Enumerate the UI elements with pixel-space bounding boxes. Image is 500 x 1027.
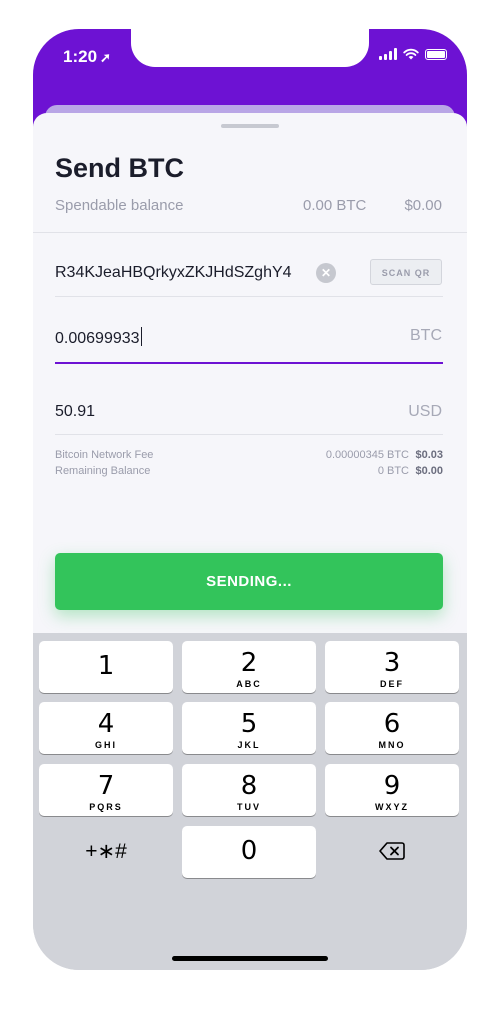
scan-qr-button[interactable]: SCAN QR xyxy=(370,259,442,285)
key-digit: 2 xyxy=(240,648,258,678)
balance-btc: 0.00 BTC xyxy=(303,197,367,214)
remaining-balance-label: Remaining Balance xyxy=(55,465,151,477)
home-indicator[interactable] xyxy=(172,956,328,961)
network-fee-label: Bitcoin Network Fee xyxy=(55,449,154,461)
send-sheet: Send BTC Spendable balance 0.00 BTC $0.0… xyxy=(33,113,467,633)
remaining-balance-btc: 0 BTC xyxy=(377,465,409,477)
amount-unit: BTC xyxy=(410,327,442,344)
key-digit: 3 xyxy=(383,648,401,678)
key-digit: 6 xyxy=(383,709,401,739)
key-digit: 9 xyxy=(383,771,401,801)
amount-value: 0.00699933 xyxy=(55,330,140,347)
address-underline xyxy=(55,296,443,297)
key-digit: 0 xyxy=(240,836,258,866)
notch xyxy=(131,29,369,67)
phone-screen: 1:20 ➚ Send BTC Spendable balance 0.00 BT… xyxy=(33,29,467,970)
amount-underline-active xyxy=(55,362,443,364)
divider xyxy=(33,232,467,233)
text-caret xyxy=(140,327,143,346)
key-0[interactable]: 0 xyxy=(182,826,316,878)
key-digit: 1 xyxy=(97,651,115,681)
key-5[interactable]: 5 JKL xyxy=(182,702,316,754)
network-fee-usd: $0.03 xyxy=(415,449,443,461)
page-title: Send BTC xyxy=(55,153,185,183)
key-digit: 4 xyxy=(97,709,115,739)
fiat-amount-field[interactable]: 50.91 xyxy=(55,403,95,421)
system-icons xyxy=(379,48,447,60)
battery-icon xyxy=(425,49,447,60)
balance-label: Spendable balance xyxy=(55,197,184,214)
fiat-unit: USD xyxy=(408,403,442,420)
sheet-grabber[interactable] xyxy=(221,124,279,128)
key-3[interactable]: 3 DEF xyxy=(325,641,459,693)
key-letters: DEF xyxy=(380,679,404,689)
cellular-signal-icon xyxy=(379,48,397,60)
amount-field[interactable]: 0.00699933 xyxy=(55,327,143,348)
key-digit: 8 xyxy=(240,771,258,801)
key-letters: ABC xyxy=(236,679,262,689)
key-letters: JKL xyxy=(237,740,261,750)
location-arrow-icon: ➚ xyxy=(100,50,111,65)
symbols-label: +∗# xyxy=(85,840,127,863)
key-letters: GHI xyxy=(94,740,117,750)
balance-usd: $0.00 xyxy=(404,197,442,214)
send-button[interactable]: SENDING... xyxy=(55,553,443,610)
wifi-icon xyxy=(403,48,419,60)
key-2[interactable]: 2 ABC xyxy=(182,641,316,693)
status-time: 1:20 ➚ xyxy=(63,47,111,67)
key-letters: PQRS xyxy=(89,802,123,812)
key-1[interactable]: 1 xyxy=(39,641,173,693)
key-4[interactable]: 4 GHI xyxy=(39,702,173,754)
key-digit: 7 xyxy=(97,771,115,801)
address-field[interactable]: R34KJeaHBQrkyxZKJHdSZghY4 xyxy=(55,264,292,282)
key-digit: 5 xyxy=(240,709,258,739)
key-6[interactable]: 6 MNO xyxy=(325,702,459,754)
key-7[interactable]: 7 PQRS xyxy=(39,764,173,816)
numeric-keypad: 1 2 ABC 3 DEF 4 GHI 5 JKL 6 MNO 7 PQRS 8 TUV 9W… xyxy=(33,633,467,970)
fiat-underline xyxy=(55,434,443,435)
key-letters: MNO xyxy=(378,740,406,750)
time-text: 1:20 xyxy=(63,47,98,66)
network-fee-btc: 0.00000345 BTC xyxy=(325,449,409,461)
key-letters: WXYZ xyxy=(375,802,409,812)
key-8[interactable]: 8 TUV xyxy=(182,764,316,816)
key-9[interactable]: 9 WXYZ xyxy=(325,764,459,816)
key-symbols[interactable]: +∗# xyxy=(39,826,173,878)
clear-address-icon[interactable]: ✕ xyxy=(316,263,336,283)
backspace-icon xyxy=(379,842,405,860)
delete-key[interactable] xyxy=(325,826,459,878)
remaining-balance-usd: $0.00 xyxy=(415,465,443,477)
key-letters: TUV xyxy=(237,802,261,812)
